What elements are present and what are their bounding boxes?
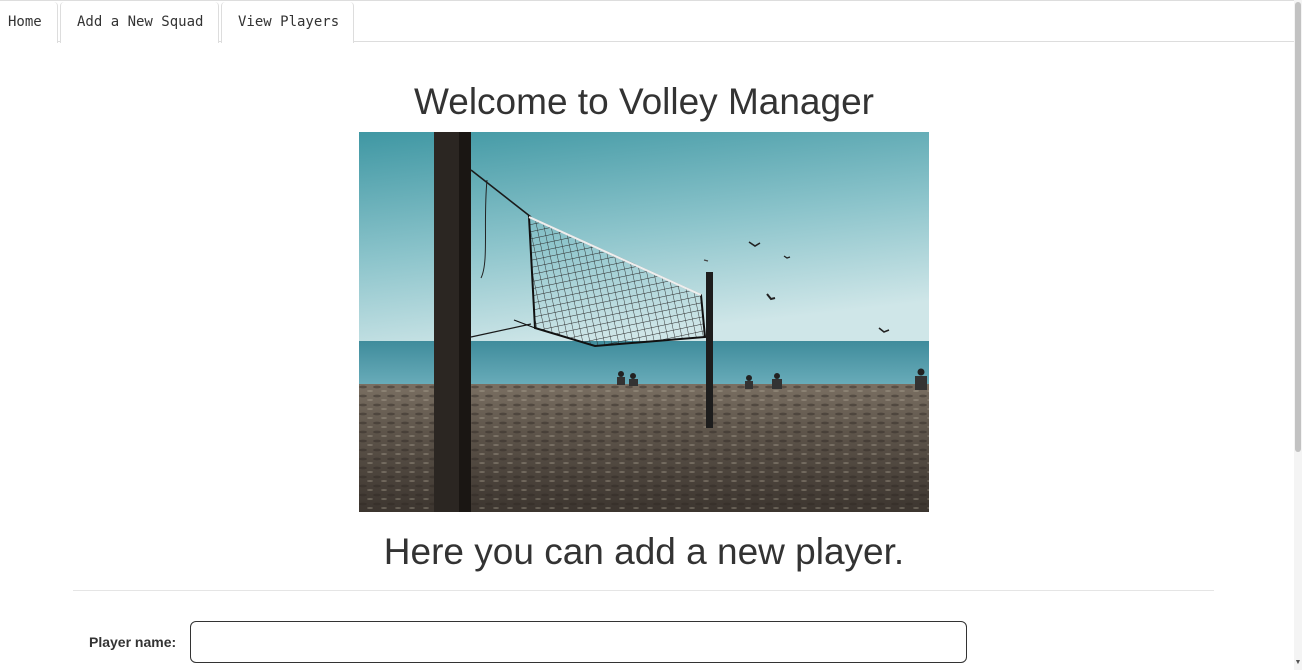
- tab-home[interactable]: Home: [0, 2, 58, 43]
- scrollbar-thumb[interactable]: [1295, 2, 1301, 452]
- tab-view-players[interactable]: View Players: [221, 2, 354, 43]
- tab-add-new-squad[interactable]: Add a New Squad: [60, 2, 219, 43]
- page-subtitle: Here you can add a new player.: [383, 531, 905, 572]
- scroll-down-arrow-icon[interactable]: ▼: [1294, 659, 1302, 667]
- tab-bar: Home Add a New Squad View Players: [0, 0, 1294, 43]
- page-title: Welcome to Volley Manager: [414, 81, 874, 122]
- player-name-label: Player name:: [89, 634, 177, 650]
- player-name-input[interactable]: [190, 621, 967, 663]
- divider: [73, 590, 1214, 591]
- beach-volleyball-image: [359, 132, 929, 512]
- vertical-scrollbar[interactable]: ▼: [1294, 0, 1302, 670]
- page: Home Add a New Squad View Players Welcom…: [0, 0, 1302, 670]
